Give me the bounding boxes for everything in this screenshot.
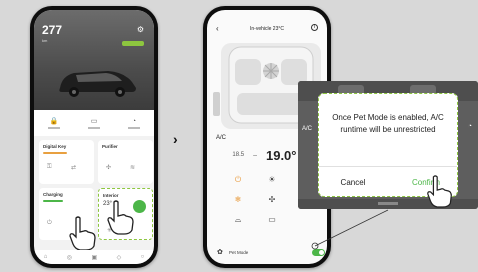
vehicle-hero: 277 km ⚙ — [34, 10, 154, 110]
climate-option-snow[interactable]: ❄ — [221, 195, 255, 205]
dialog-message: Once Pet Mode is enabled, A/C runtime wi… — [332, 113, 444, 134]
lock-quick-action[interactable]: 🔒 — [47, 117, 61, 129]
settings-icon[interactable]: ⚙ — [137, 25, 144, 34]
vehicle-icon[interactable]: ▣ — [91, 254, 97, 261]
lock-icon: 🔒 — [49, 118, 59, 125]
pet-mode-label: Pet Mode — [229, 250, 249, 255]
fan-icon: ✣ — [268, 195, 276, 204]
power-icon: ⏻ — [234, 175, 242, 184]
home-icon[interactable]: ⌂ — [44, 254, 48, 260]
pet-mode-toggle[interactable] — [312, 249, 325, 256]
home-screen: 277 km ⚙ 🔒 ▭ ◔ Digital Key ⚿ ⇄ Purifier … — [34, 10, 154, 264]
tap-hand-icon-confirm — [427, 175, 452, 208]
climate-option-rear-defrost[interactable]: ▭ — [255, 215, 289, 225]
quick-action-label — [48, 127, 60, 129]
zoom-dial-icon: ◔ — [467, 123, 472, 130]
bottom-nav: ⌂ ◎ ▣ ◇ ○ — [34, 250, 154, 264]
snowflake-icon: ❄ — [234, 195, 242, 204]
lights-quick-action[interactable]: ◔ — [127, 118, 141, 129]
tap-hand-icon — [107, 200, 134, 235]
zoomed-dialog-callout: A/C ◔ Once Pet Mode is enabled, A/C runt… — [298, 81, 478, 209]
sun-icon: ☀ — [268, 175, 276, 184]
ac-label: A/C — [216, 135, 227, 141]
share-icon: ⇄ — [71, 165, 77, 171]
explore-icon[interactable]: ◎ — [67, 254, 72, 261]
dialog-divider — [319, 166, 457, 167]
footer-label — [378, 202, 398, 205]
range-unit: km — [42, 38, 48, 43]
status-badge — [122, 41, 144, 46]
plug-icon: ⏻ — [47, 220, 52, 226]
pet-mode-row[interactable]: ✿ Pet Mode — [213, 248, 327, 258]
charge-progress — [43, 200, 63, 202]
trunk-icon: ▭ — [90, 118, 98, 125]
card-title: Charging — [43, 192, 63, 197]
car-image — [59, 71, 137, 97]
key-icon: ⚿ — [47, 164, 52, 170]
card-title: Digital Key — [43, 144, 67, 149]
pet-paw-icon: ✿ — [217, 249, 223, 256]
windshield-icon: ⌓ — [234, 215, 242, 224]
purifier-card[interactable]: Purifier ✣ ≋ — [98, 140, 153, 184]
climate-option-fan[interactable]: ✣ — [255, 195, 289, 205]
profile-icon[interactable]: ○ — [141, 254, 145, 260]
page-title: In-vehicle 23°C — [250, 26, 284, 32]
shop-icon[interactable]: ◇ — [117, 254, 122, 261]
fan-icon: ✣ — [106, 165, 112, 171]
zoom-ac-label: A/C — [302, 126, 313, 132]
cancel-button[interactable]: Cancel — [329, 178, 377, 187]
page-header: ‹ In-vehicle 23°C i — [207, 24, 327, 38]
rear-window-icon: ▭ — [268, 215, 276, 224]
quick-action-label — [88, 127, 100, 129]
climate-option-defrost[interactable]: ☀ — [255, 175, 289, 185]
quick-actions: 🔒 ▭ ◔ — [34, 110, 154, 136]
light-icon: ◔ — [131, 117, 137, 125]
temp-decrease-button[interactable]: – — [253, 152, 257, 159]
range-value: 277 — [42, 23, 63, 37]
quick-action-label — [128, 126, 140, 129]
next-step-arrow-icon: › — [173, 131, 178, 147]
trunk-quick-action[interactable]: ▭ — [87, 117, 101, 129]
info-icon[interactable]: i — [311, 24, 318, 31]
climate-option-power[interactable]: ⏻ — [221, 175, 255, 186]
card-subtitle — [43, 152, 67, 154]
card-title: Purifier — [102, 144, 118, 149]
phone-home-screen: 277 km ⚙ 🔒 ▭ ◔ Digital Key ⚿ ⇄ Purifier … — [30, 6, 158, 268]
temp-main-value: 19.0° — [265, 147, 297, 163]
zone-selector[interactable] — [213, 92, 220, 116]
air-icon: ≋ — [130, 165, 136, 171]
temp-left-value: 18.5 — [232, 152, 245, 158]
climate-option-front-defrost[interactable]: ⌓ — [221, 215, 255, 226]
digital-key-card[interactable]: Digital Key ⚿ ⇄ — [39, 140, 94, 184]
tap-hand-icon-2 — [69, 216, 96, 251]
